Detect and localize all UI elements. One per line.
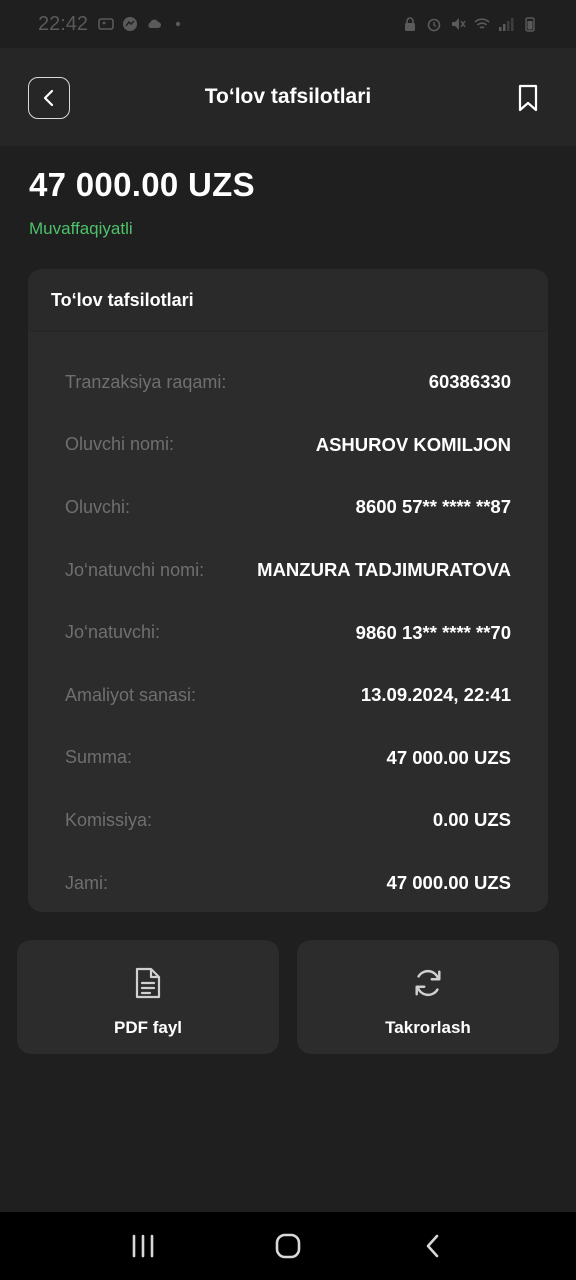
details-list: Tranzaksiya raqami: 60386330 Oluvchi nom…: [28, 351, 548, 912]
home-button[interactable]: [258, 1226, 318, 1266]
detail-row-sum: Summa: 47 000.00 UZS: [65, 727, 511, 790]
detail-value: 13.09.2024, 22:41: [360, 684, 511, 706]
back-icon: [427, 1234, 439, 1258]
chevron-left-icon: [43, 89, 54, 107]
detail-label: Tranzaksiya raqami:: [65, 371, 227, 392]
detail-row-recipient-name: Oluvchi nomi: ASHUROV KOMILJON: [65, 414, 511, 477]
detail-label: Jo‘natuvchi nomi:: [65, 559, 205, 580]
detail-label: Amaliyot sanasi:: [65, 684, 197, 705]
repeat-button-label: Takrorlash: [385, 1018, 471, 1037]
detail-value: 47 000.00 UZS: [386, 746, 511, 768]
document-icon: [132, 966, 164, 1000]
bookmark-icon: [518, 84, 538, 112]
detail-value: ASHUROV KOMILJON: [315, 433, 511, 455]
pdf-button-label: PDF fayl: [113, 1018, 183, 1037]
detail-value: 8600 57** **** **87: [355, 496, 511, 518]
detail-label: Oluvchi nomi:: [65, 434, 175, 455]
details-card: To‘lov tafsilotlari Tranzaksiya raqami: …: [28, 269, 548, 912]
messenger-icon: [123, 17, 138, 31]
pdf-button[interactable]: PDF fayl: [17, 940, 279, 1054]
dot-icon: [175, 21, 181, 27]
detail-row-recipient-card: Oluvchi: 8600 57** **** **87: [65, 476, 511, 539]
detail-label: Komissiya:: [65, 809, 153, 830]
detail-row-sender-card: Jo‘natuvchi: 9860 13** **** **70: [65, 601, 511, 664]
cloud-icon: [148, 19, 162, 28]
detail-label: Summa:: [65, 747, 133, 768]
detail-value: 47 000.00 UZS: [386, 872, 511, 894]
detail-label: Jo‘natuvchi:: [65, 622, 161, 643]
alarm-icon: [427, 18, 441, 32]
detail-value: 9860 13** **** **70: [355, 621, 511, 643]
nav-back-button[interactable]: [403, 1226, 463, 1266]
detail-row-commission: Komissiya: 0.00 UZS: [65, 789, 511, 852]
battery-icon: [525, 17, 535, 32]
status-bar: 22:42: [0, 0, 576, 48]
payment-amount: 47 000.00 UZS: [29, 166, 255, 203]
page-title: To‘lov tafsilotlari: [204, 85, 372, 108]
mute-icon: [452, 18, 466, 30]
detail-label: Jami:: [65, 872, 109, 893]
home-icon: [275, 1233, 301, 1259]
app-header: To‘lov tafsilotlari: [0, 48, 576, 146]
detail-label: Oluvchi:: [65, 496, 131, 517]
detail-row-date: Amaliyot sanasi: 13.09.2024, 22:41: [65, 664, 511, 727]
detail-row-total: Jami: 47 000.00 UZS: [65, 852, 511, 912]
refresh-icon: [412, 966, 444, 1000]
payment-status: Muvaffaqiyatli: [29, 219, 133, 238]
detail-row-transaction-id: Tranzaksiya raqami: 60386330: [65, 351, 511, 414]
repeat-button[interactable]: Takrorlash: [297, 940, 559, 1054]
wifi-icon: [474, 18, 490, 29]
lock-icon: [405, 17, 415, 31]
gallery-icon: [98, 18, 114, 30]
back-button[interactable]: [28, 77, 70, 119]
details-card-title: To‘lov tafsilotlari: [51, 289, 194, 310]
details-card-header: To‘lov tafsilotlari: [28, 269, 548, 332]
detail-row-sender-name: Jo‘natuvchi nomi: MANZURA TADJIMURATOVA: [65, 539, 511, 602]
recents-button[interactable]: [113, 1226, 173, 1266]
detail-value: 60386330: [428, 371, 511, 393]
bookmark-button[interactable]: [516, 83, 540, 113]
signal-icon: [499, 18, 514, 31]
status-right-icons: [402, 16, 538, 32]
status-left-icons: [98, 16, 186, 32]
recents-icon: [132, 1234, 153, 1258]
system-nav-bar: [0, 1212, 576, 1280]
status-time: 22:42: [38, 12, 89, 35]
detail-value: 0.00 UZS: [432, 809, 511, 831]
detail-value: MANZURA TADJIMURATOVA: [257, 559, 511, 581]
